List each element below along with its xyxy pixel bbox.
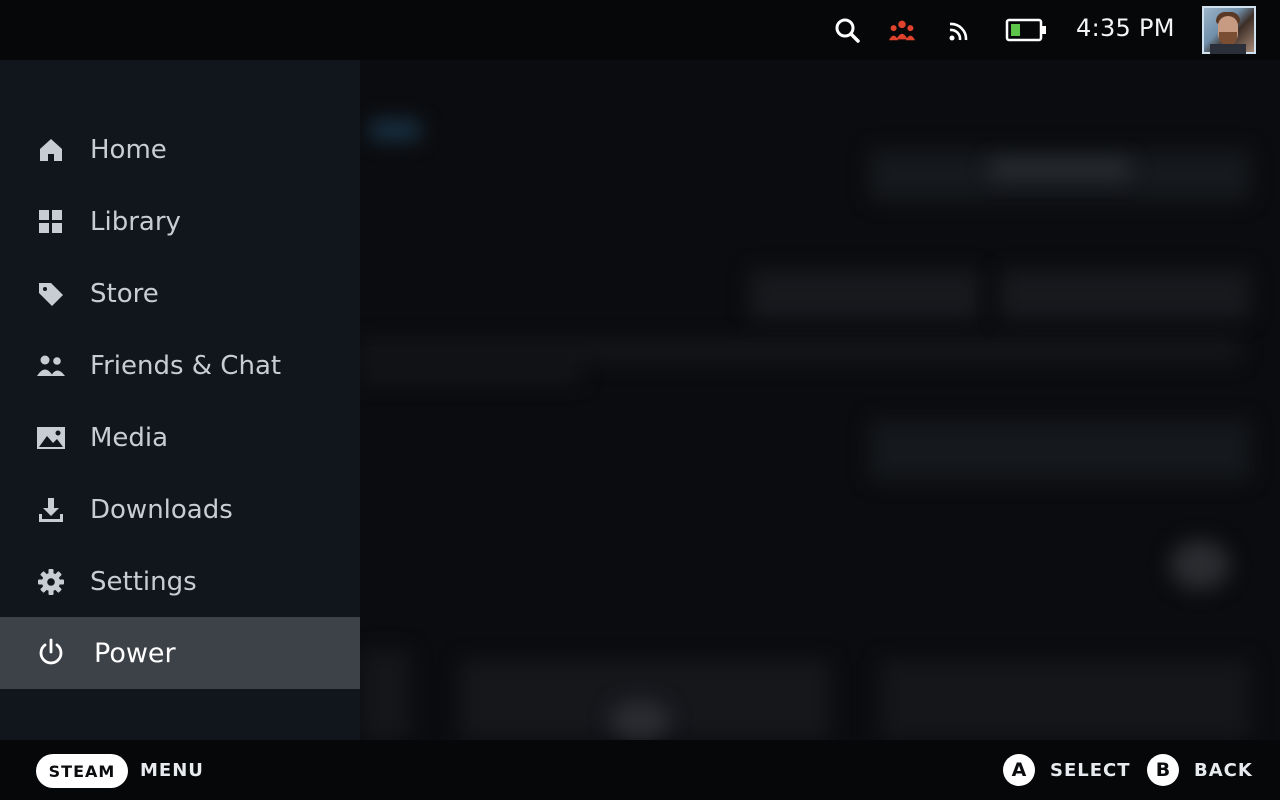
home-icon bbox=[36, 135, 66, 165]
menu-item-label: Media bbox=[90, 423, 169, 453]
gear-icon bbox=[36, 567, 66, 597]
search-icon[interactable] bbox=[833, 16, 861, 44]
menu-item-store[interactable]: Store bbox=[0, 258, 360, 330]
top-status-bar: 4:35 PM bbox=[0, 0, 1280, 60]
background-content-blurred bbox=[360, 60, 1280, 740]
friends-icon[interactable] bbox=[888, 16, 916, 44]
tag-icon bbox=[36, 279, 66, 309]
menu-item-media[interactable]: Media bbox=[0, 402, 360, 474]
power-icon bbox=[36, 638, 66, 668]
menu-item-label: Store bbox=[90, 279, 159, 309]
menu-item-friends-chat[interactable]: Friends & Chat bbox=[0, 330, 360, 402]
wifi-icon[interactable] bbox=[946, 16, 974, 44]
download-icon bbox=[36, 495, 66, 525]
menu-item-label: Power bbox=[94, 637, 176, 669]
menu-item-library[interactable]: Library bbox=[0, 186, 360, 258]
menu-item-power[interactable]: Power bbox=[0, 617, 360, 689]
back-hint-label: BACK bbox=[1194, 760, 1253, 781]
menu-item-label: Settings bbox=[90, 567, 197, 597]
friends-icon bbox=[36, 351, 66, 381]
main-menu-panel: Home Library Store Friends & Chat Media … bbox=[0, 60, 360, 740]
steam-button[interactable]: STEAM bbox=[36, 754, 128, 788]
menu-item-settings[interactable]: Settings bbox=[0, 546, 360, 618]
menu-item-downloads[interactable]: Downloads bbox=[0, 474, 360, 546]
menu-hint-label: MENU bbox=[140, 760, 204, 781]
avatar[interactable] bbox=[1202, 6, 1256, 54]
a-button-icon[interactable]: A bbox=[1003, 754, 1035, 786]
battery-icon[interactable] bbox=[1005, 16, 1047, 44]
image-icon bbox=[36, 423, 66, 453]
select-hint-label: SELECT bbox=[1050, 760, 1131, 781]
menu-item-label: Downloads bbox=[90, 495, 233, 525]
menu-item-label: Library bbox=[90, 207, 181, 237]
menu-item-home[interactable]: Home bbox=[0, 114, 360, 186]
b-button-icon[interactable]: B bbox=[1147, 754, 1179, 786]
menu-item-label: Friends & Chat bbox=[90, 351, 282, 381]
library-grid-icon bbox=[36, 207, 66, 237]
clock: 4:35 PM bbox=[1076, 14, 1175, 42]
menu-item-label: Home bbox=[90, 135, 167, 165]
